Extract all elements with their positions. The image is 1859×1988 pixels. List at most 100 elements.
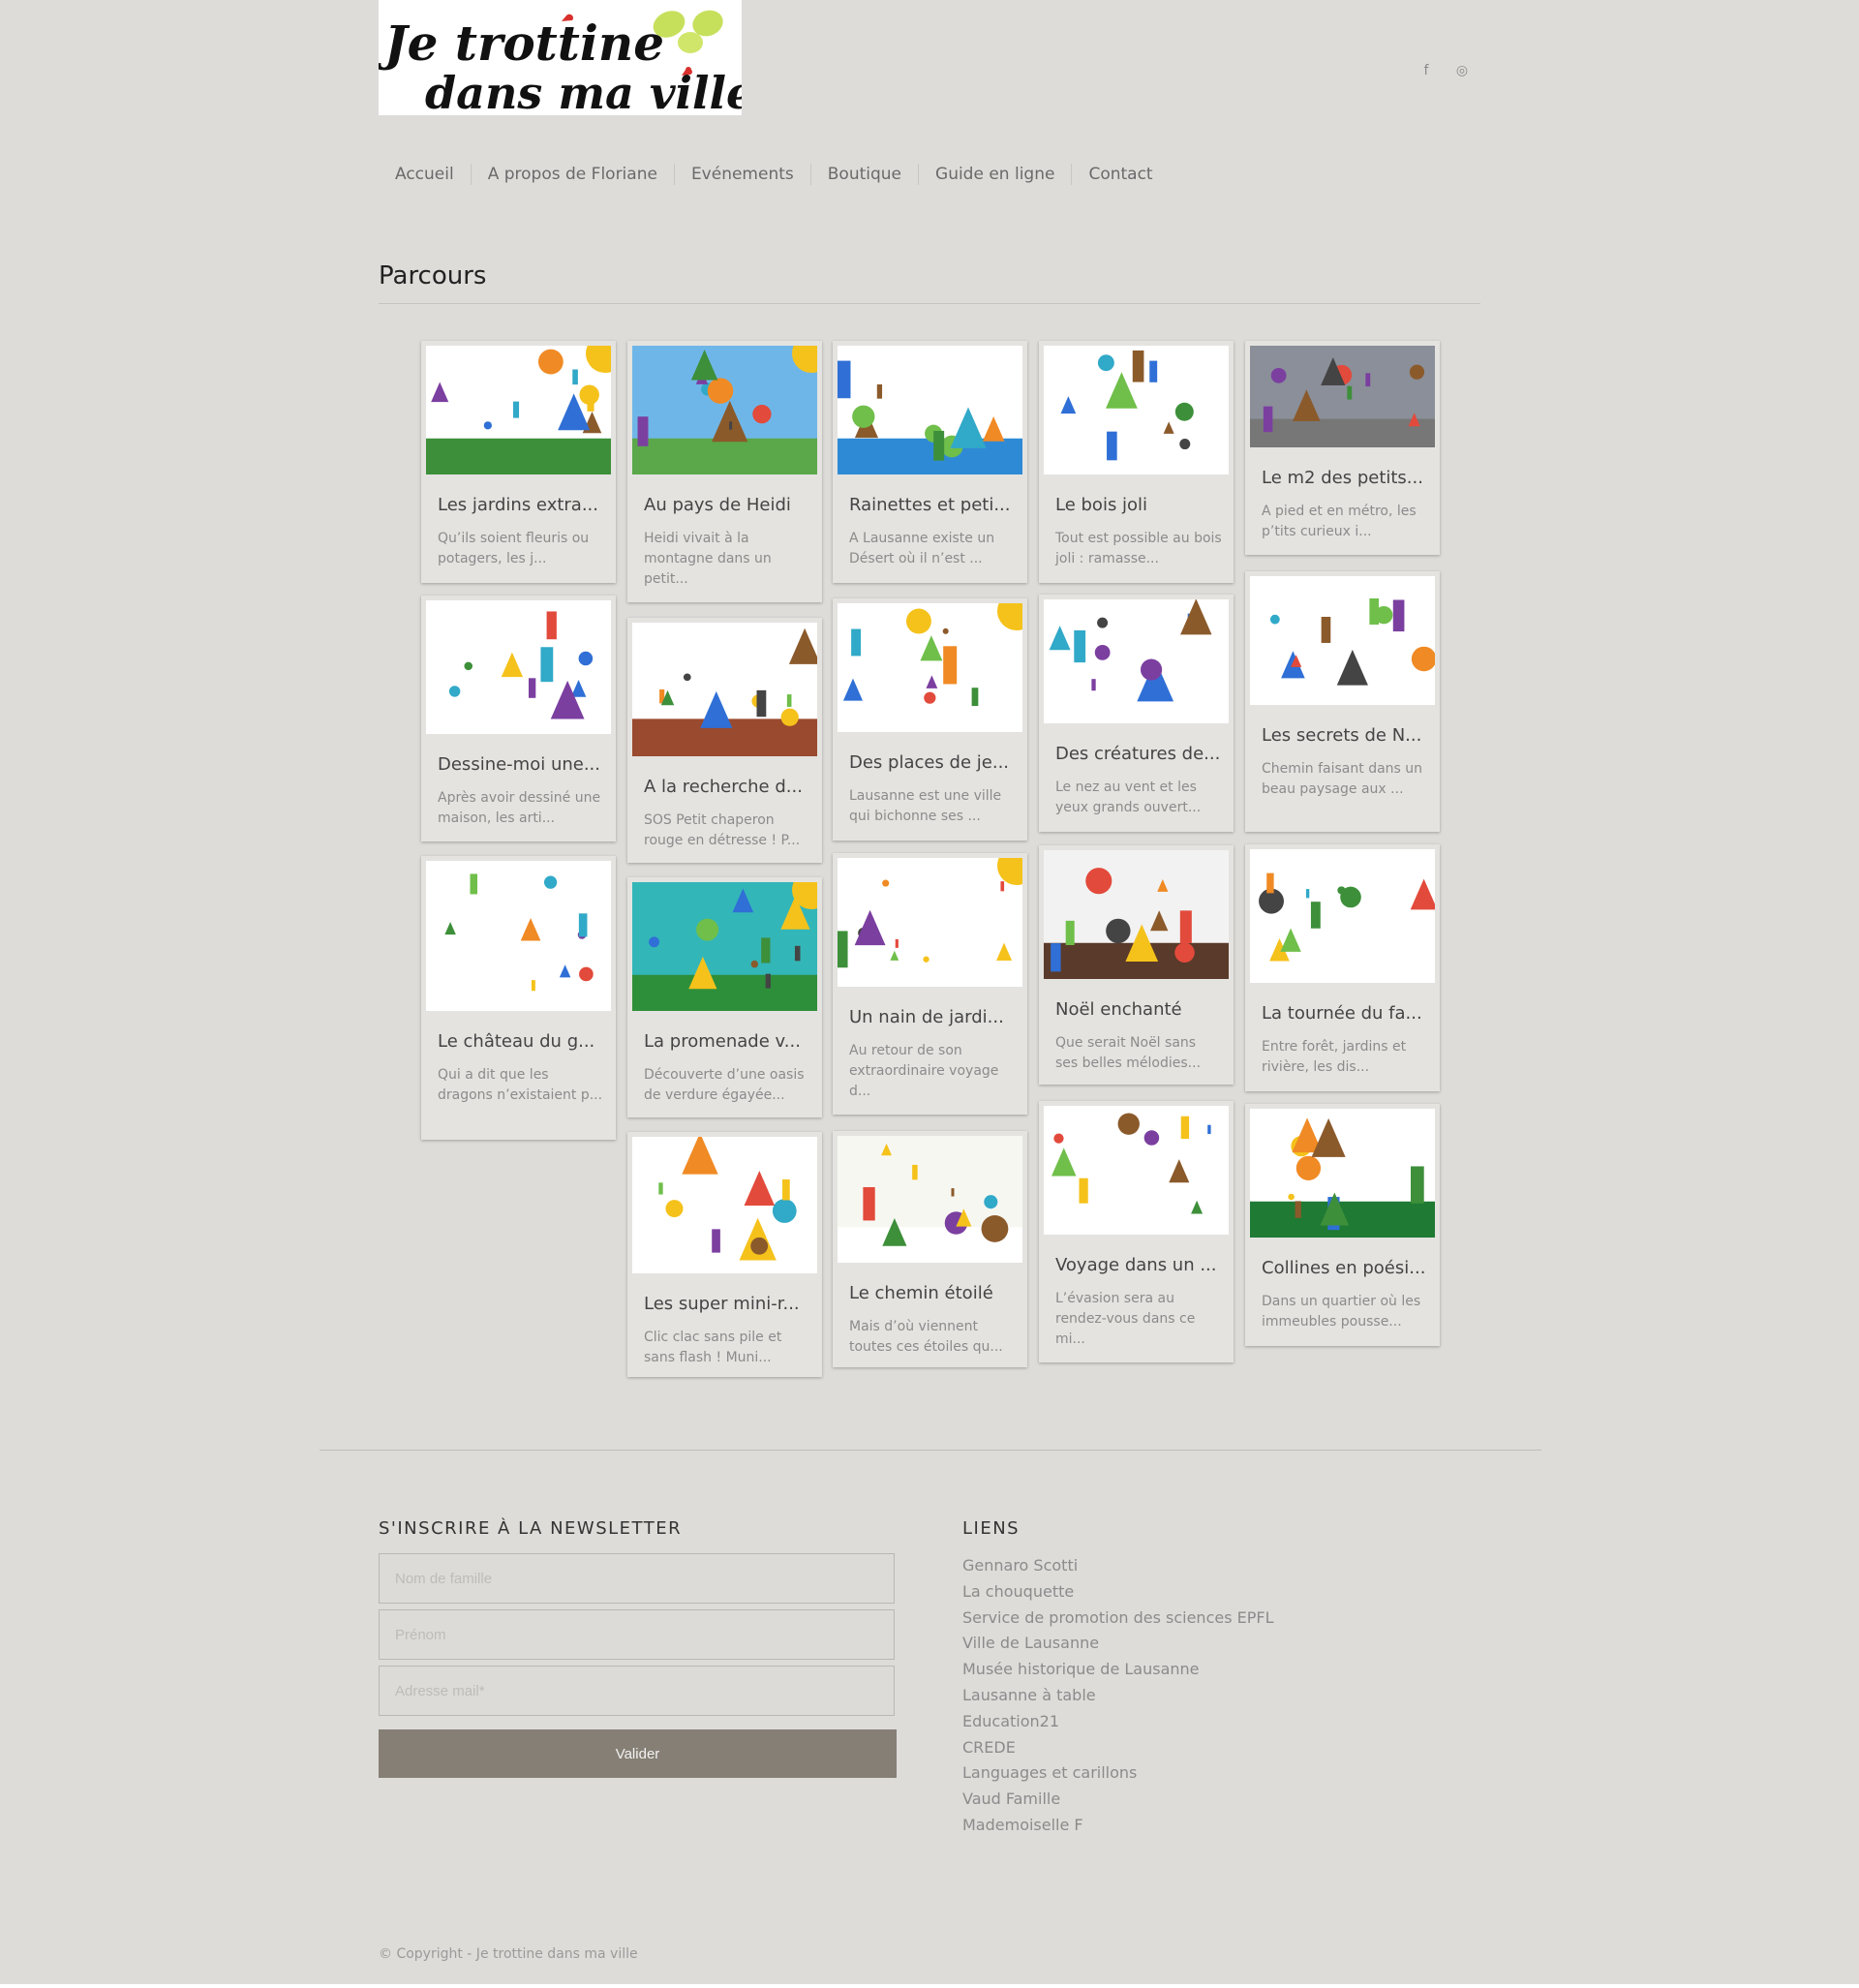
site-logo[interactable]: Je trottine dans ma ville (379, 0, 742, 115)
card-excerpt: Chemin faisant dans un beau paysage aux … (1262, 761, 1423, 797)
nativity-drawing[interactable] (838, 1136, 1022, 1263)
parcours-card[interactable]: Un nain de jardi... Au retour de son extr… (833, 853, 1027, 1115)
link-item[interactable]: Languages et carillons (962, 1760, 1274, 1787)
house-drawing[interactable] (426, 600, 611, 734)
nav-contact[interactable]: Contact (1071, 164, 1169, 185)
link-item[interactable]: CREDE (962, 1735, 1274, 1761)
card-excerpt: Découverte d’une oasis de verdure égayée… (644, 1067, 805, 1103)
card-title[interactable]: Rainettes et peti... (849, 495, 1020, 515)
card-excerpt: Heidi vivait à la montagne dans un petit… (644, 531, 772, 587)
parcours-card[interactable]: A la recherche d... SOS Petit chaperon ro… (627, 618, 822, 863)
card-title[interactable]: Les jardins extra... (438, 495, 608, 515)
main-menu: Accueil A propos de Floriane Evénements … (379, 160, 1170, 189)
card-title[interactable]: A la recherche d... (644, 777, 814, 797)
card-excerpt: Le nez au vent et les yeux grands ouvert… (1055, 780, 1202, 815)
wood-drawing[interactable] (632, 623, 817, 756)
parcours-card[interactable]: Les super mini-r... Clic clac sans pile e… (627, 1132, 822, 1377)
card-title[interactable]: Le chemin étoilé (849, 1283, 1020, 1303)
card-excerpt: A Lausanne existe un Désert où il n’est … (849, 531, 995, 566)
card-excerpt: L’évasion sera au rendez-vous dans ce mi… (1055, 1291, 1196, 1347)
parcours-card[interactable]: Les jardins extra... Qu’ils soient fleuri… (421, 341, 616, 583)
logo-line-1: Je trottine (379, 15, 664, 72)
card-title[interactable]: La promenade v... (644, 1031, 814, 1052)
facebook-icon[interactable]: f (1416, 60, 1437, 81)
parcours-card[interactable]: Le château du g... Qui a dit que les drag… (421, 856, 616, 1140)
lastname-field[interactable] (379, 1553, 895, 1604)
church-drawing[interactable] (1044, 850, 1229, 979)
link-item[interactable]: Ville de Lausanne (962, 1631, 1274, 1657)
forest-drawing[interactable] (1044, 346, 1229, 474)
card-excerpt: Tout est possible au bois joli : ramasse… (1055, 531, 1222, 566)
firstname-field[interactable] (379, 1609, 895, 1660)
card-title[interactable]: Noël enchanté (1055, 999, 1226, 1020)
night-drawing[interactable] (1250, 576, 1435, 705)
card-title[interactable]: Des créatures de... (1055, 744, 1226, 764)
card-title[interactable]: Le bois joli (1055, 495, 1226, 515)
parcours-card[interactable]: Voyage dans un ... L’évasion sera au rend… (1039, 1101, 1234, 1362)
link-item[interactable]: La chouquette (962, 1579, 1274, 1606)
card-excerpt: A pied et en métro, les p’tits curieux i… (1262, 504, 1417, 539)
green-hills-drawing[interactable] (1250, 1109, 1435, 1238)
card-title[interactable]: Dessine-moi une... (438, 754, 608, 775)
card-title[interactable]: Les super mini-r... (644, 1294, 814, 1314)
link-item[interactable]: Musée historique de Lausanne (962, 1657, 1274, 1683)
parcours-card[interactable]: Rainettes et peti... A Lausanne existe un… (833, 341, 1027, 583)
link-item[interactable]: Vaud Famille (962, 1787, 1274, 1813)
nav-accueil[interactable]: Accueil (379, 164, 471, 185)
garden-drawing[interactable] (426, 346, 611, 474)
mountain-drawing[interactable] (632, 346, 817, 474)
frog-drawing[interactable] (838, 346, 1022, 474)
suitcase-drawing[interactable] (1044, 1106, 1229, 1235)
parcours-card[interactable]: Le chemin étoilé Mais d’où viennent toute… (833, 1131, 1027, 1367)
gnome-drawing[interactable] (838, 858, 1022, 987)
parcours-card[interactable]: Les secrets de N... Chemin faisant dans u… (1245, 571, 1440, 832)
link-item[interactable]: Mademoiselle F (962, 1813, 1274, 1839)
email-field[interactable] (379, 1666, 895, 1716)
card-title[interactable]: Voyage dans un ... (1055, 1255, 1226, 1275)
castle-drawing[interactable] (426, 861, 611, 1011)
parcours-card[interactable]: La promenade v... Découverte d’une oasis … (627, 877, 822, 1117)
link-item[interactable]: Gennaro Scotti (962, 1553, 1274, 1579)
link-item[interactable]: Lausanne à table (962, 1683, 1274, 1709)
playground-drawing[interactable] (838, 603, 1022, 732)
creatures-drawing[interactable] (1044, 599, 1229, 723)
card-title[interactable]: Des places de je... (849, 752, 1020, 773)
instagram-icon[interactable]: ◎ (1451, 60, 1473, 81)
nav-guide-en-ligne[interactable]: Guide en ligne (918, 164, 1071, 185)
links-list: Gennaro Scotti La chouquette Service de … (962, 1553, 1274, 1839)
card-excerpt: Que serait Noël sans ses belles mélodies… (1055, 1035, 1202, 1071)
parcours-card[interactable]: Des places de je... Lausanne est une vill… (833, 598, 1027, 841)
card-title[interactable]: Un nain de jardi... (849, 1007, 1020, 1027)
card-title[interactable]: La tournée du fa... (1262, 1003, 1432, 1024)
bottom-strip (0, 1984, 1859, 1988)
submit-button[interactable]: Valider (379, 1729, 897, 1778)
card-title[interactable]: Collines en poési... (1262, 1258, 1432, 1278)
nav-a-propos[interactable]: A propos de Floriane (470, 164, 674, 185)
parcours-card[interactable]: Des créatures de... Le nez au vent et les… (1039, 595, 1234, 832)
link-item[interactable]: Service de promotion des sciences EPFL (962, 1606, 1274, 1632)
parcours-card[interactable]: Collines en poési... Dans un quartier où … (1245, 1104, 1440, 1346)
frames-drawing[interactable] (632, 1137, 817, 1273)
parcours-card[interactable]: Le m2 des petits... A pied et en métro, l… (1245, 341, 1440, 555)
parcours-card[interactable]: Dessine-moi une... Après avoir dessiné un… (421, 596, 616, 841)
postman-drawing[interactable] (1250, 849, 1435, 983)
card-title[interactable]: Les secrets de N... (1262, 725, 1432, 746)
hills-drawing[interactable] (632, 882, 817, 1011)
nav-boutique[interactable]: Boutique (809, 164, 918, 185)
title-divider (379, 303, 1480, 304)
card-excerpt: Clic clac sans pile et sans flash ! Muni… (644, 1330, 782, 1365)
parcours-card[interactable]: La tournée du fa... Entre forêt, jardins … (1245, 844, 1440, 1091)
links-title: LIENS (962, 1518, 1021, 1539)
card-title[interactable]: Le château du g... (438, 1031, 608, 1052)
metro-drawing[interactable] (1250, 346, 1435, 447)
parcours-card[interactable]: Au pays de Heidi Heidi vivait à la montag… (627, 341, 822, 602)
nav-evenements[interactable]: Evénements (673, 164, 810, 185)
card-title[interactable]: Le m2 des petits... (1262, 468, 1432, 488)
parcours-card[interactable]: Noël enchanté Que serait Noël sans ses be… (1039, 845, 1234, 1085)
card-excerpt: SOS Petit chaperon rouge en détresse ! P… (644, 812, 801, 848)
card-excerpt: Dans un quartier où les immeubles pousse… (1262, 1294, 1421, 1330)
link-item[interactable]: Education21 (962, 1709, 1274, 1735)
card-excerpt: Mais d’où viennent toutes ces étoiles qu… (849, 1319, 1003, 1355)
parcours-card[interactable]: Le bois joli Tout est possible au bois jo… (1039, 341, 1234, 583)
card-title[interactable]: Au pays de Heidi (644, 495, 814, 515)
